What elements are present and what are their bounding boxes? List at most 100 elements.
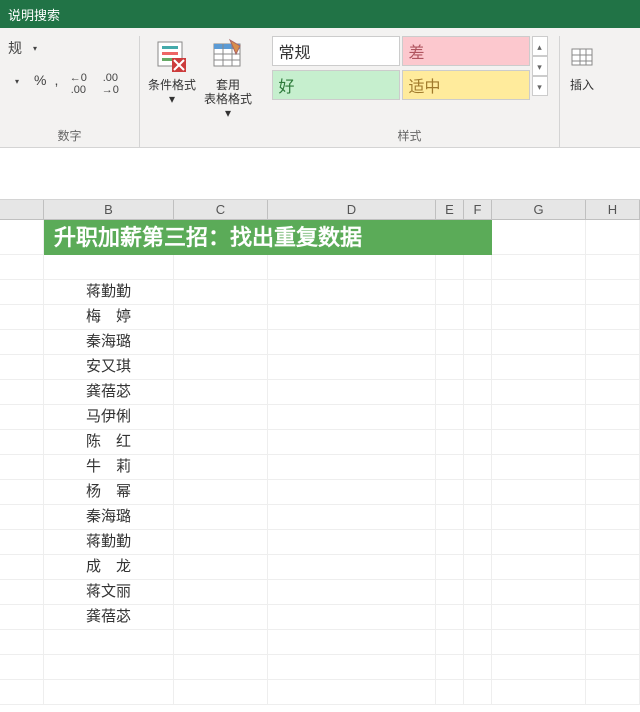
cell[interactable] [492,530,586,555]
style-neutral[interactable]: 适中 [402,70,530,100]
cell[interactable] [268,455,436,480]
number-format-dropdown[interactable]: 规 [8,38,22,58]
cell[interactable] [436,480,464,505]
cell[interactable] [464,405,492,430]
cell[interactable] [0,605,44,630]
cell[interactable] [586,605,640,630]
cell[interactable] [268,505,436,530]
cell[interactable] [174,330,268,355]
col-header[interactable]: B [44,200,174,220]
col-header[interactable]: F [464,200,492,220]
cell[interactable] [586,680,640,705]
cell[interactable] [174,355,268,380]
cell[interactable] [0,305,44,330]
cell[interactable] [174,655,268,680]
cell[interactable] [492,405,586,430]
cell[interactable] [0,255,44,280]
cell[interactable] [436,405,464,430]
comma-button[interactable]: , [54,72,58,96]
cell[interactable] [174,580,268,605]
cell[interactable] [268,680,436,705]
cell[interactable] [0,380,44,405]
cell[interactable] [492,505,586,530]
cell[interactable] [268,255,436,280]
gallery-scroll[interactable]: ▴ ▾ ▾ [532,36,548,100]
cell[interactable] [586,580,640,605]
cell[interactable]: 马伊俐 [44,405,174,430]
cell[interactable] [586,505,640,530]
cell[interactable] [436,580,464,605]
cell[interactable] [268,580,436,605]
col-header[interactable]: G [492,200,586,220]
col-header[interactable] [0,200,44,220]
cell[interactable] [464,630,492,655]
cell[interactable] [174,255,268,280]
cell[interactable] [492,220,586,255]
cell[interactable] [0,530,44,555]
cell[interactable] [174,480,268,505]
cell[interactable] [464,530,492,555]
cell[interactable] [436,280,464,305]
cell[interactable] [436,255,464,280]
style-bad[interactable]: 差 [402,36,530,66]
cell[interactable] [0,630,44,655]
cell[interactable] [268,405,436,430]
cell[interactable] [174,680,268,705]
cell[interactable] [436,605,464,630]
col-header[interactable]: C [174,200,268,220]
cell[interactable] [464,380,492,405]
cell[interactable] [586,330,640,355]
cell[interactable] [464,330,492,355]
cell[interactable] [0,220,44,255]
cell[interactable]: 陈 红 [44,430,174,455]
cell[interactable] [586,555,640,580]
cell[interactable] [464,505,492,530]
cell[interactable] [268,305,436,330]
cell[interactable] [0,555,44,580]
cell[interactable] [586,480,640,505]
cell[interactable] [0,330,44,355]
cell[interactable] [0,355,44,380]
cell[interactable]: 秦海璐 [44,505,174,530]
cell[interactable] [586,405,640,430]
cell[interactable] [44,630,174,655]
cell[interactable] [586,630,640,655]
cell[interactable]: 龚蓓苾 [44,380,174,405]
conditional-format-button[interactable]: 条件格式▾ [147,36,197,106]
cell[interactable] [436,455,464,480]
cell[interactable] [492,655,586,680]
style-normal[interactable]: 常规 [272,36,400,66]
cell[interactable] [464,430,492,455]
cell[interactable] [492,480,586,505]
cell[interactable] [492,330,586,355]
cell[interactable] [492,430,586,455]
cell[interactable] [464,280,492,305]
cell[interactable] [0,405,44,430]
cell[interactable] [464,655,492,680]
cell[interactable] [464,355,492,380]
cell[interactable] [0,455,44,480]
cell[interactable] [0,505,44,530]
cell[interactable] [436,505,464,530]
chevron-up-icon[interactable]: ▴ [532,36,548,56]
formula-bar-area[interactable] [0,148,640,200]
cell[interactable] [268,380,436,405]
cell[interactable] [492,580,586,605]
insert-button[interactable]: 插入 [557,36,607,92]
chevron-down-icon[interactable]: ▾ [26,39,44,57]
cell[interactable] [436,655,464,680]
cell[interactable] [492,305,586,330]
col-header[interactable]: H [586,200,640,220]
cell[interactable] [492,555,586,580]
cell[interactable] [492,380,586,405]
cell[interactable] [586,455,640,480]
cell[interactable] [174,380,268,405]
cell[interactable]: 成 龙 [44,555,174,580]
cell[interactable] [0,655,44,680]
cell[interactable] [586,280,640,305]
cell[interactable] [0,430,44,455]
cell[interactable]: 秦海璐 [44,330,174,355]
cell[interactable] [174,305,268,330]
cell[interactable] [0,480,44,505]
cell[interactable] [268,605,436,630]
